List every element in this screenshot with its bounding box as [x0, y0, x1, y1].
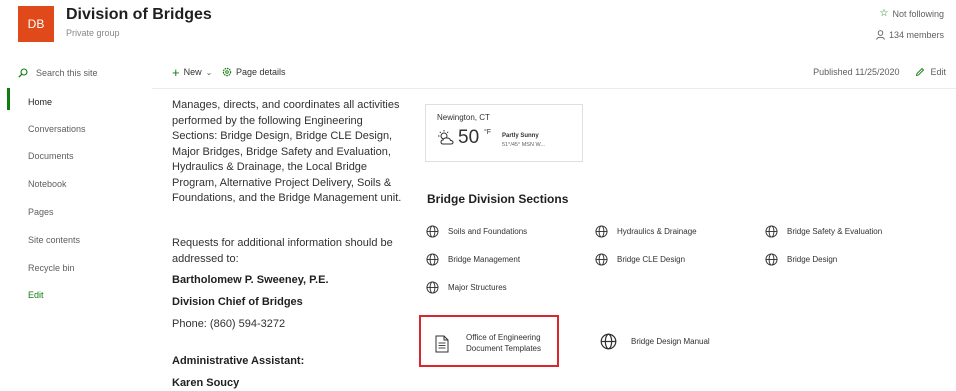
link-label: Bridge Management — [448, 255, 521, 264]
nav-item-notebook[interactable]: Notebook — [28, 179, 67, 189]
link-bridge-cle-design[interactable]: Bridge CLE Design — [595, 253, 685, 266]
link-label: Bridge Design — [787, 255, 838, 264]
quick-link-document-templates[interactable]: Office of Engineering Document Templates — [419, 315, 559, 367]
contact-name: Bartholomew P. Sweeney, P.E. — [172, 274, 329, 286]
link-label: Major Structures — [448, 283, 507, 292]
link-bridge-safety-evaluation[interactable]: Bridge Safety & Evaluation — [765, 225, 882, 238]
page-details-label: Page details — [236, 67, 286, 77]
follow-label: Not following — [892, 8, 944, 19]
nav-active-indicator — [7, 88, 10, 110]
command-bar: + New ⌄ Page details Published 11/25/202… — [152, 58, 956, 89]
sections-heading: Bridge Division Sections — [427, 192, 569, 206]
weather-detail: 51°/45° MSN W... — [502, 142, 545, 148]
link-bridge-management[interactable]: Bridge Management — [426, 253, 520, 266]
edit-page-button[interactable]: Edit — [930, 67, 946, 77]
globe-icon — [595, 225, 608, 238]
link-label: Bridge CLE Design — [617, 255, 686, 264]
page-details-button[interactable]: Page details — [222, 67, 286, 77]
globe-icon — [765, 253, 778, 266]
published-status: Published 11/25/2020 Edit — [813, 67, 946, 77]
nav-item-home[interactable]: Home — [28, 97, 52, 107]
contact-phone: Phone: (860) 594-3272 — [172, 318, 286, 330]
link-soils-and-foundations[interactable]: Soils and Foundations — [426, 225, 527, 238]
new-button[interactable]: + New ⌄ — [172, 64, 213, 80]
quick-link-label: Bridge Design Manual — [631, 337, 710, 346]
globe-icon — [765, 225, 778, 238]
partly-sunny-icon — [438, 130, 454, 145]
division-description: Manages, directs, and coordinates all ac… — [172, 99, 402, 204]
link-hydraulics-drainage[interactable]: Hydraulics & Drainage — [595, 225, 697, 238]
published-label: Published 11/25/2020 — [813, 67, 900, 77]
search-placeholder: Search this site — [36, 68, 98, 78]
left-navigation: Search this site — [0, 58, 150, 391]
link-label: Soils and Foundations — [448, 227, 528, 236]
requests-text: Requests for additional information shou… — [172, 237, 393, 265]
globe-icon — [426, 253, 439, 266]
members-button[interactable]: 134 members — [876, 30, 944, 40]
plus-icon: + — [172, 64, 180, 80]
site-subtitle: Private group — [66, 28, 120, 38]
assistant-label: Administrative Assistant: — [172, 355, 305, 367]
link-label: Hydraulics & Drainage — [617, 227, 697, 236]
pencil-icon — [916, 67, 925, 77]
follow-button[interactable]: ☆ Not following — [880, 8, 945, 19]
globe-icon — [600, 333, 617, 350]
nav-item-recycle-bin[interactable]: Recycle bin — [28, 263, 75, 273]
document-icon — [435, 335, 449, 353]
site-search[interactable]: Search this site — [18, 68, 98, 78]
person-icon — [876, 30, 885, 40]
nav-item-pages[interactable]: Pages — [28, 207, 54, 217]
members-label: 134 members — [888, 30, 944, 40]
chevron-down-icon: ⌄ — [205, 67, 213, 77]
gear-icon — [222, 67, 232, 77]
new-label: New — [183, 67, 202, 77]
weather-city: Newington, CT — [437, 113, 490, 122]
globe-icon — [426, 225, 439, 238]
nav-item-site-contents[interactable]: Site contents — [28, 235, 80, 245]
assistant-name: Karen Soucy — [172, 377, 240, 389]
weather-card[interactable]: Newington, CT 50 °F Partly Sunny 51°/45°… — [425, 104, 583, 162]
globe-icon — [426, 281, 439, 294]
nav-item-conversations[interactable]: Conversations — [28, 124, 86, 134]
link-label: Bridge Safety & Evaluation — [787, 227, 883, 236]
site-logo[interactable]: DB — [18, 6, 54, 42]
globe-icon — [595, 253, 608, 266]
nav-item-documents[interactable]: Documents — [28, 151, 74, 161]
site-header: DB Division of Bridges Private group ☆ N… — [0, 0, 956, 58]
quick-link-label: Office of Engineering Document Templates — [466, 333, 541, 353]
weather-unit: °F — [484, 129, 492, 136]
quick-link-bridge-design-manual[interactable]: Bridge Design Manual — [600, 333, 710, 350]
weather-condition: Partly Sunny — [502, 133, 539, 139]
weather-temperature: 50 — [458, 127, 480, 148]
search-icon — [18, 68, 28, 78]
nav-edit-link[interactable]: Edit — [28, 290, 44, 300]
star-icon: ☆ — [879, 8, 889, 19]
contact-title: Division Chief of Bridges — [172, 296, 303, 308]
link-bridge-design[interactable]: Bridge Design — [765, 253, 837, 266]
link-major-structures[interactable]: Major Structures — [426, 281, 507, 294]
site-title[interactable]: Division of Bridges — [66, 6, 212, 24]
